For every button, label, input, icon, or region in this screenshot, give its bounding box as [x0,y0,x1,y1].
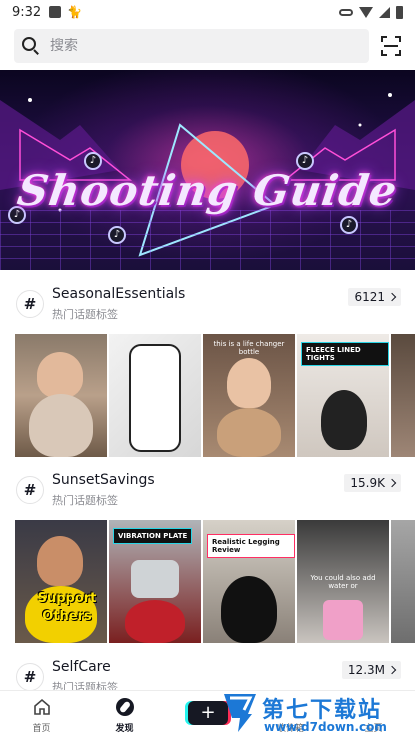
wifi-icon [359,6,373,18]
tiktok-note-icon: ♪ [340,216,358,234]
app-notification-icon [49,6,62,18]
watermark-url: www.d7down.com [264,720,387,734]
hashtag-subtitle: 热门话题标签 [52,308,118,321]
hashtag-count-button[interactable]: 6121 [348,288,401,306]
thumbnail-label: FLEECE LINED TIGHTS [301,342,389,366]
hashtag-icon: # [16,663,44,691]
hashtag-count: 15.9K [350,476,385,490]
chevron-right-icon [387,478,397,488]
thumbnail-caption: this is a life changer bottle [213,340,285,356]
video-thumbnail[interactable]: FLEECE LINED TIGHTS [297,334,389,457]
battery-icon [396,5,403,19]
video-thumbnail-row: Support Others VIBRATION PLATE Realistic… [15,520,415,643]
hashtag-name: SeasonalEssentials [52,286,186,302]
hashtag-count-button[interactable]: 15.9K [344,474,401,492]
nav-home[interactable]: 首页 [0,691,83,737]
thumbnail-caption: You could also add water or [310,574,376,590]
hashtag-subtitle: 热门话题标签 [52,494,118,507]
hashtag-name: SelfCare [52,659,111,675]
video-thumbnail[interactable] [109,334,201,457]
hashtag-count-button[interactable]: 12.3M [341,661,401,679]
status-bar: 9:32 🐈 [0,0,415,24]
chevron-right-icon [387,292,397,302]
video-thumbnail[interactable] [391,520,415,643]
hashtag-icon: # [16,290,44,318]
video-thumbnail[interactable]: this is a life changer bottle [203,334,295,457]
signal-icon [379,6,390,18]
shooting-guide-banner[interactable]: ♪ ♪ ♪ ♪ ♪ Shooting Guide [0,70,415,270]
compass-icon [116,698,134,716]
nav-discover-label: 发现 [115,724,134,734]
video-thumbnail-row: this is a life changer bottle FLEECE LIN… [15,334,415,457]
tiktok-note-icon: ♪ [108,226,126,244]
vpn-key-icon [339,8,353,16]
watermark-logo [224,694,256,732]
nav-home-label: 首页 [32,724,51,734]
hashtag-row-seasonal-essentials[interactable]: # SeasonalEssentials 热门话题标签 6121 [0,282,415,330]
video-thumbnail[interactable] [15,334,107,457]
video-thumbnail[interactable]: Support Others [15,520,107,643]
search-box[interactable] [14,29,370,63]
home-icon [34,698,50,715]
thumbnail-label: VIBRATION PLATE [113,528,193,544]
video-thumbnail[interactable]: Realistic Legging Review [203,520,295,643]
video-thumbnail[interactable]: VIBRATION PLATE [109,520,201,643]
hashtag-count: 6121 [354,290,385,304]
hashtag-icon: # [16,476,44,504]
search-row [0,26,415,66]
nav-discover[interactable]: 发现 [83,691,166,737]
search-input[interactable] [50,38,330,54]
chevron-right-icon [387,665,397,675]
search-icon [22,37,40,55]
banner-title: Shooting Guide [14,166,401,215]
hashtag-row-sunset-savings[interactable]: # SunsetSavings 热门话题标签 15.9K [0,468,415,516]
hashtag-name: SunsetSavings [52,472,155,488]
watermark: 第七下载站 www.d7down.com [222,690,415,737]
hashtag-count: 12.3M [347,663,385,677]
status-time: 9:32 [12,4,42,20]
scan-icon[interactable] [381,36,401,56]
video-thumbnail[interactable]: You could also add water or [297,520,389,643]
cat-icon: 🐈 [67,5,83,19]
thumbnail-label: Support Others [37,591,97,624]
thumbnail-label: Realistic Legging Review [207,534,295,558]
video-thumbnail[interactable] [391,334,415,457]
